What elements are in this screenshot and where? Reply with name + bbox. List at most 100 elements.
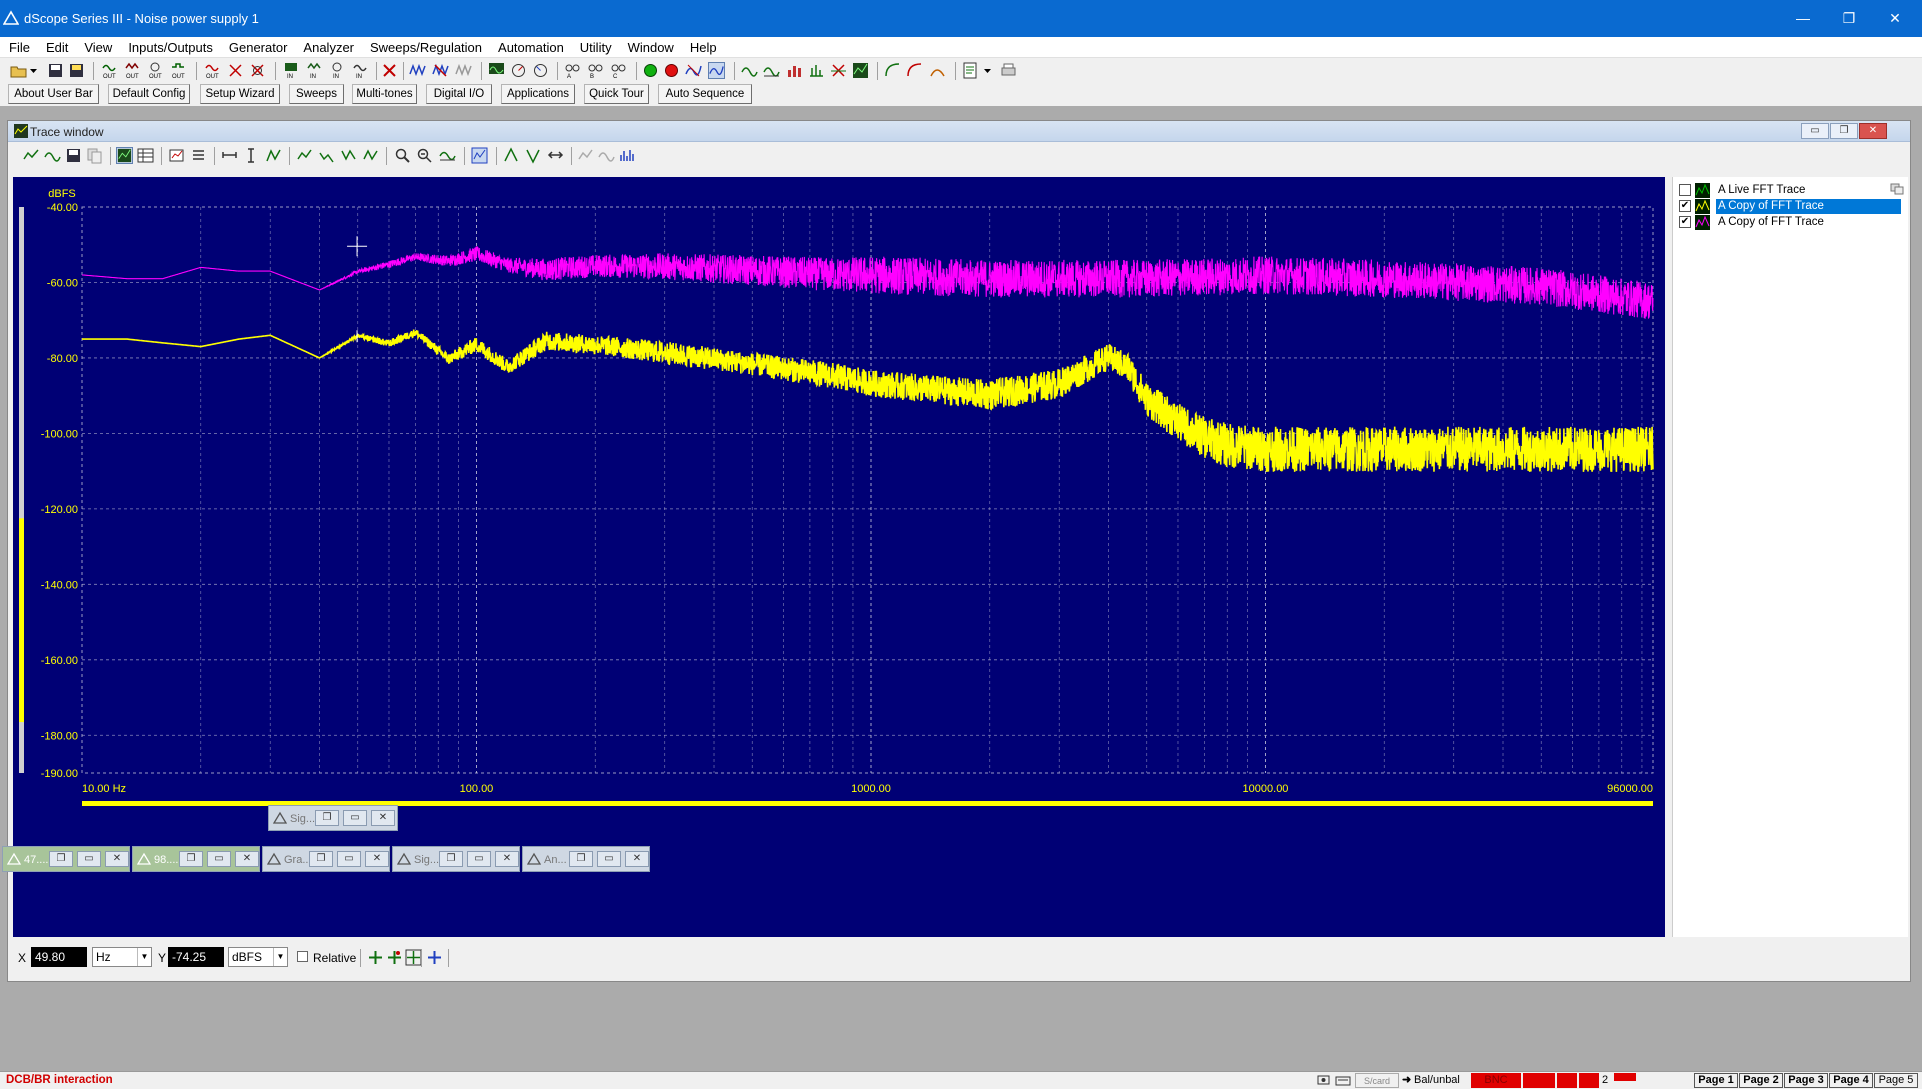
trace-checkbox[interactable] [1679, 184, 1691, 196]
magnify-2-icon[interactable] [416, 147, 433, 164]
trace-settings-icon[interactable] [168, 147, 185, 164]
menu-inputs-outputs[interactable]: Inputs/Outputs [119, 37, 220, 56]
graph-view-icon[interactable] [116, 147, 133, 164]
fft-plot-area[interactable]: dBFS -40.00 -60.00 -80.00 -100.00 -120.00 -140… [13, 177, 1665, 937]
magnify-icon[interactable] [394, 147, 411, 164]
maximize-icon[interactable]: ▭ [77, 851, 101, 867]
maximize-icon[interactable]: ▭ [343, 810, 367, 826]
restore-icon[interactable]: ❐ [439, 851, 463, 867]
cursor-reference-icon[interactable] [405, 949, 422, 966]
menu-view[interactable]: View [75, 37, 119, 56]
close-icon[interactable]: ✕ [625, 851, 649, 867]
setup-wizard-button[interactable]: Setup Wizard [200, 84, 280, 104]
fft-icon[interactable] [409, 62, 426, 79]
generator-out-2-icon[interactable]: OUT [124, 62, 141, 79]
cursor-4-icon[interactable] [362, 147, 379, 164]
sweep-active-icon[interactable] [708, 62, 725, 79]
save-icon[interactable] [47, 62, 64, 79]
report-dropdown-icon[interactable] [983, 62, 992, 79]
curve-2-icon[interactable] [906, 62, 923, 79]
x-readout-value[interactable]: 49.80 [31, 947, 87, 967]
page-tab-5[interactable]: Page 5 [1874, 1073, 1918, 1088]
trace-window-minimize-button[interactable]: ▭ [1801, 123, 1829, 139]
minimized-window-gra[interactable]: Gra... ❐ ▭ ✕ [262, 846, 390, 872]
bar-graph-2-icon[interactable] [808, 62, 825, 79]
maximize-icon[interactable]: ▭ [467, 851, 491, 867]
menu-sweeps-regulation[interactable]: Sweeps/Regulation [361, 37, 489, 56]
y-readout-value[interactable]: -74.25 [168, 947, 224, 967]
close-icon[interactable]: ✕ [235, 851, 259, 867]
table-view-icon[interactable] [137, 147, 154, 164]
zoom-x-icon[interactable] [221, 147, 238, 164]
channel-a-icon[interactable]: A [564, 62, 581, 79]
default-config-button[interactable]: Default Config [108, 84, 190, 104]
scope-icon[interactable] [488, 62, 505, 79]
graph-window-icon[interactable] [852, 62, 869, 79]
bar-graph-icon[interactable] [786, 62, 803, 79]
input-in-icon[interactable]: IN [283, 62, 300, 79]
analyzer-off-icon[interactable] [381, 62, 398, 79]
quick-tour-button[interactable]: Quick Tour [584, 84, 649, 104]
print-icon[interactable] [1000, 62, 1017, 79]
multi-tones-button[interactable]: Multi-tones [352, 84, 417, 104]
auto-sequence-button[interactable]: Auto Sequence [658, 84, 752, 104]
autoscale-icon[interactable] [265, 147, 282, 164]
menu-window[interactable]: Window [619, 37, 681, 56]
marker-icon[interactable] [471, 147, 488, 164]
record-icon[interactable] [663, 62, 680, 79]
trace-save-icon[interactable] [65, 147, 82, 164]
restore-icon[interactable]: ❐ [179, 851, 203, 867]
dropdown-arrow-icon[interactable] [29, 62, 38, 79]
cursor-move-icon[interactable] [367, 949, 384, 966]
menu-analyzer[interactable]: Analyzer [294, 37, 361, 56]
cursor-1-icon[interactable] [296, 147, 313, 164]
page-tab-4[interactable]: Page 4 [1829, 1073, 1873, 1088]
maximize-icon[interactable]: ▭ [597, 851, 621, 867]
arrows-icon[interactable] [547, 147, 564, 164]
save-as-icon[interactable] [68, 62, 85, 79]
trace-window-close-button[interactable]: ✕ [1859, 123, 1887, 139]
fft-3-icon[interactable] [455, 62, 472, 79]
cursor-2-icon[interactable] [318, 147, 335, 164]
close-icon[interactable]: ✕ [365, 851, 389, 867]
relative-checkbox[interactable] [297, 951, 308, 962]
fft-chart[interactable]: dBFS -40.00 -60.00 -80.00 -100.00 -120.00 -140… [13, 177, 1665, 937]
minimize-button[interactable]: — [1780, 0, 1826, 37]
report-icon[interactable] [962, 62, 979, 79]
peak-2-icon[interactable] [525, 147, 542, 164]
trace-checkbox[interactable]: ✔ [1679, 216, 1691, 228]
maximize-icon[interactable]: ▭ [207, 851, 231, 867]
waveform-icon[interactable] [439, 147, 456, 164]
menu-utility[interactable]: Utility [571, 37, 619, 56]
about-user-bar-button[interactable]: About User Bar [8, 84, 99, 104]
trace-item-copy-fft-1[interactable]: ✔ A Copy of FFT Trace [1679, 199, 1901, 214]
trace-list-icon[interactable] [190, 147, 207, 164]
close-icon[interactable]: ✕ [105, 851, 129, 867]
generator-mute-icon[interactable] [227, 62, 244, 79]
applications-button[interactable]: Applications [501, 84, 575, 104]
curve-3-icon[interactable] [929, 62, 946, 79]
minimized-window-sig-1[interactable]: Sig... ❐ ▭ ✕ [268, 805, 398, 831]
trace-view-2-icon[interactable] [763, 62, 780, 79]
generator-stop-icon[interactable] [249, 62, 266, 79]
restore-icon[interactable]: ❐ [49, 851, 73, 867]
x-unit-select[interactable]: Hz ▼ [92, 947, 152, 967]
cursor-3-icon[interactable] [340, 147, 357, 164]
meter-2-icon[interactable] [532, 62, 549, 79]
cursor-peak-icon[interactable] [386, 949, 403, 966]
trace-item-live-fft[interactable]: A Live FFT Trace [1679, 183, 1901, 198]
meter-icon[interactable] [510, 62, 527, 79]
trace-copy-icon[interactable] [86, 147, 103, 164]
trace-window-restore-button[interactable]: ❐ [1830, 123, 1858, 139]
fft-2-icon[interactable] [432, 62, 449, 79]
y-unit-select[interactable]: dBFS ▼ [228, 947, 288, 967]
generator-out-3-icon[interactable]: OUT [147, 62, 164, 79]
cursor-snap-icon[interactable] [426, 949, 443, 966]
open-folder-icon[interactable] [10, 62, 27, 79]
menu-generator[interactable]: Generator [220, 37, 295, 56]
generator-off-icon[interactable]: OUT [204, 62, 221, 79]
page-tab-2[interactable]: Page 2 [1739, 1073, 1783, 1088]
minimized-window-98[interactable]: 98.... ❐ ▭ ✕ [132, 846, 260, 872]
trace-item-copy-fft-2[interactable]: ✔ A Copy of FFT Trace [1679, 215, 1901, 230]
peak-icon[interactable] [503, 147, 520, 164]
